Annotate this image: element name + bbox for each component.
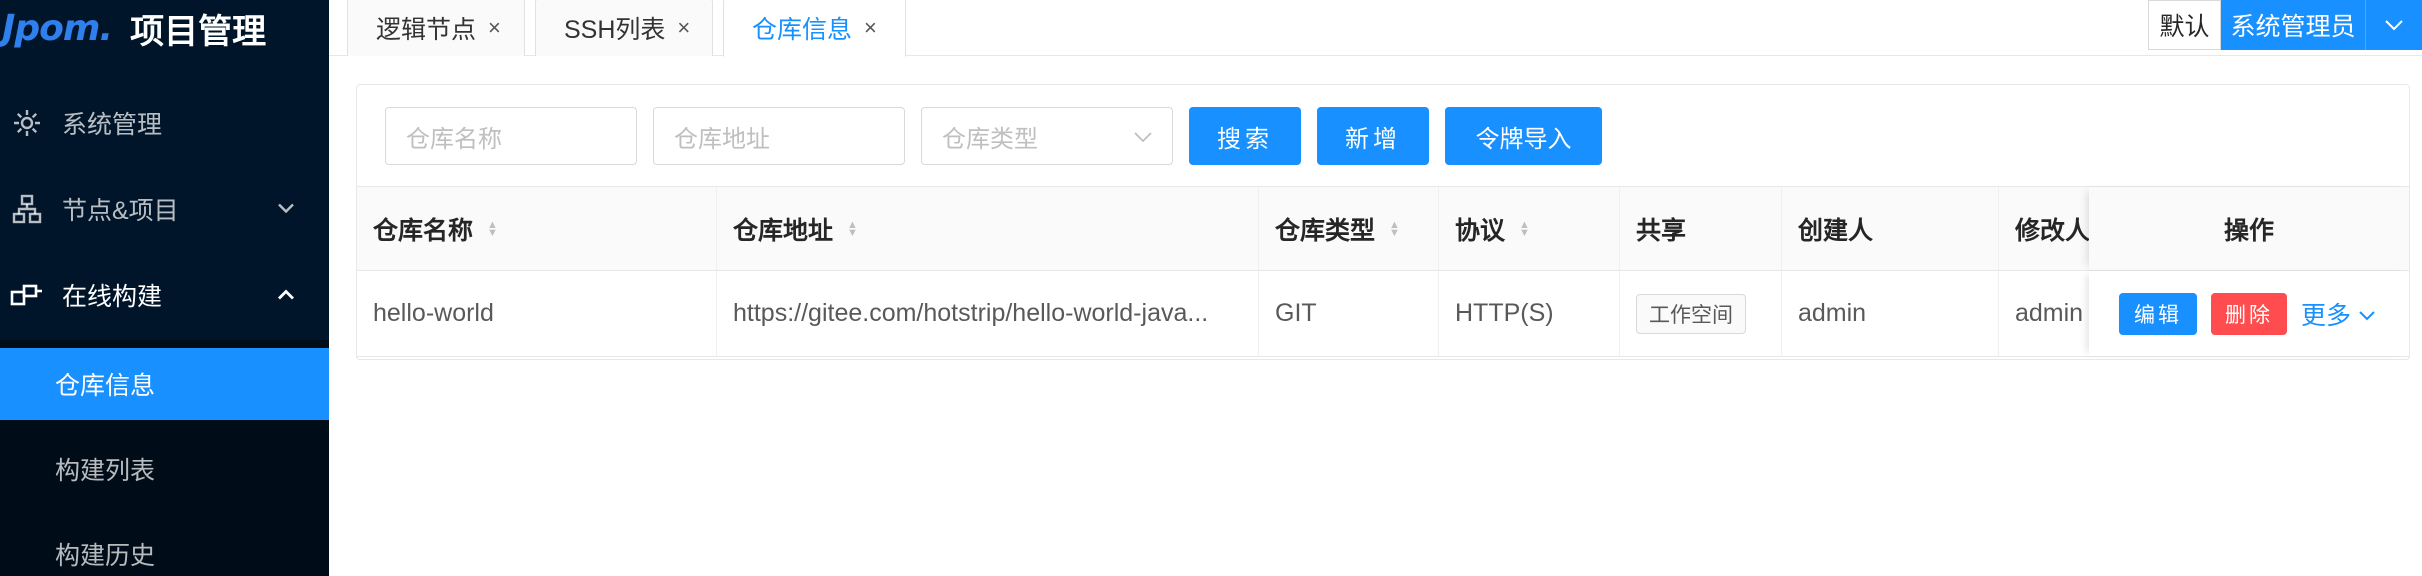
submenu-item-build-list[interactable]: 构建列表 [0, 433, 329, 505]
more-label: 更多 [2301, 301, 2352, 330]
cell-protocol: HTTP(S) [1439, 271, 1620, 356]
cell-repo-type: GIT [1259, 271, 1439, 356]
menu-label: 在线构建 [62, 283, 163, 311]
column-header-actions: 操作 [2089, 187, 2409, 270]
cell-repo-name: hello-world [357, 271, 717, 356]
tab-label: 仓库信息 [752, 15, 853, 44]
menu-label: 系统管理 [62, 111, 163, 139]
cell-share: 工作空间 [1620, 271, 1782, 356]
menu-item-online-build[interactable]: 在线构建 [0, 262, 329, 328]
close-icon[interactable]: × [864, 15, 877, 41]
cell-actions: 编辑 删除 更多 [2089, 271, 2409, 356]
sort-icon[interactable]: ▲ ▼ [847, 219, 858, 238]
jpom-logo: Jpom. [2, 7, 113, 49]
user-name-button[interactable]: 系统管理员 [2221, 0, 2365, 50]
column-header-name[interactable]: 仓库名称 ▲ ▼ [357, 187, 717, 270]
menu-item-nodes-projects[interactable]: 节点&项目 [0, 176, 329, 242]
delete-button[interactable]: 删除 [2211, 293, 2287, 335]
sidebar: Jpom. 项目管理 系统管理 节点&项目 在线构建 仓库信息 构建列表 构建历… [0, 0, 329, 576]
repo-name-input[interactable]: 仓库名称 [385, 107, 637, 165]
tab-label: SSH列表 [564, 15, 666, 44]
submenu: 仓库信息 构建列表 构建历史 [0, 340, 329, 576]
token-import-button[interactable]: 令牌导入 [1445, 107, 1602, 165]
menu-item-system[interactable]: 系统管理 [0, 90, 329, 156]
app-title: 项目管理 [130, 12, 267, 51]
chevron-down-icon [1134, 126, 1152, 147]
column-header-protocol[interactable]: 协议 ▲ ▼ [1439, 187, 1620, 270]
repository-card: 仓库名称 仓库地址 仓库类型 搜索 新增 令牌导入 仓库名称 ▲ ▼ 仓库地址 ▲… [356, 84, 2410, 360]
column-header-type[interactable]: 仓库类型 ▲ ▼ [1259, 187, 1439, 270]
close-icon[interactable]: × [488, 15, 501, 41]
submenu-item-build-history[interactable]: 构建历史 [0, 518, 329, 576]
tab-ssh-list[interactable]: SSH列表 × [535, 0, 713, 56]
tab-label: 逻辑节点 [376, 15, 477, 44]
table-header: 仓库名称 ▲ ▼ 仓库地址 ▲ ▼ 仓库类型 ▲ ▼ 协议 ▲ ▼ 共享 创建人 修改人… [357, 186, 2409, 271]
chevron-down-icon[interactable] [2365, 0, 2422, 50]
share-tag: 工作空间 [1636, 293, 1746, 334]
select-placeholder: 仓库类型 [942, 125, 1038, 153]
chevron-up-icon [277, 285, 295, 306]
tab-logic-node[interactable]: 逻辑节点 × [347, 0, 525, 56]
more-dropdown[interactable]: 更多 [2301, 271, 2375, 356]
sort-icon[interactable]: ▲ ▼ [1389, 219, 1400, 238]
repo-url-input[interactable]: 仓库地址 [653, 107, 905, 165]
build-icon [10, 278, 44, 312]
sort-icon[interactable]: ▲ ▼ [487, 219, 498, 238]
search-button[interactable]: 搜索 [1189, 107, 1301, 165]
workspace-label[interactable]: 默认 [2148, 0, 2221, 50]
chevron-down-icon [2359, 299, 2375, 328]
logo: Jpom. 项目管理 [0, 0, 329, 56]
repo-type-select[interactable]: 仓库类型 [921, 107, 1173, 165]
submenu-item-repo-info[interactable]: 仓库信息 [0, 348, 329, 420]
column-header-creator: 创建人 [1782, 187, 1999, 270]
sitemap-icon [10, 192, 44, 226]
cell-creator: admin [1782, 271, 1999, 356]
gear-icon [10, 106, 44, 140]
user-menu: 默认 系统管理员 [2148, 0, 2422, 50]
cell-repo-url: https://gitee.com/hotstrip/hello-world-j… [717, 271, 1259, 356]
table-row: hello-world https://gitee.com/hotstrip/h… [357, 271, 2409, 357]
chevron-down-icon [277, 199, 295, 220]
close-icon[interactable]: × [677, 15, 690, 41]
menu-label: 节点&项目 [62, 197, 179, 225]
edit-button[interactable]: 编辑 [2119, 293, 2197, 335]
add-button[interactable]: 新增 [1317, 107, 1429, 165]
tabs-bar: 逻辑节点 × SSH列表 × 仓库信息 × 默认 系统管理员 [329, 0, 2422, 57]
column-header-url[interactable]: 仓库地址 ▲ ▼ [717, 187, 1259, 270]
column-header-share: 共享 [1620, 187, 1782, 270]
sort-icon[interactable]: ▲ ▼ [1519, 219, 1530, 238]
tab-repo-info[interactable]: 仓库信息 × [723, 0, 906, 57]
